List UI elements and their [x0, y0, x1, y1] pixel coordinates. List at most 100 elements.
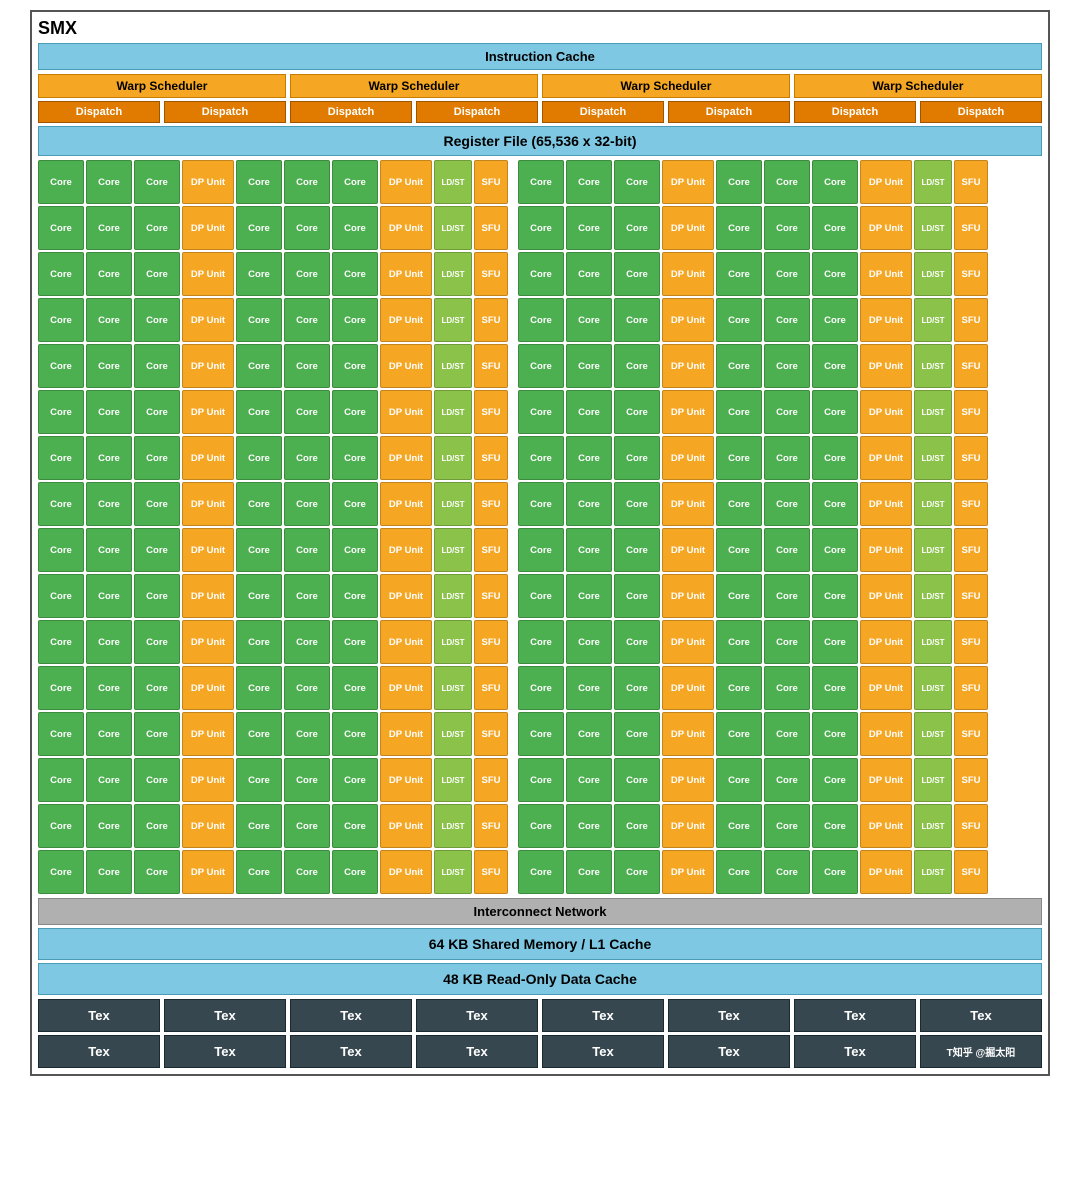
cell-core: Core [284, 344, 330, 388]
cell-core: Core [236, 712, 282, 756]
cell-ldst: LD/ST [914, 252, 952, 296]
cell-core: Core [614, 206, 660, 250]
cell-core: Core [614, 344, 660, 388]
cell-sfu: SFU [954, 298, 988, 342]
cell-core: Core [518, 344, 564, 388]
cell-core: Core [332, 712, 378, 756]
core-row: CoreCoreCoreDP UnitCoreCoreCoreDP UnitLD… [38, 482, 1042, 526]
cell-core: Core [614, 758, 660, 802]
cell-core: Core [518, 758, 564, 802]
cell-dp: DP Unit [662, 298, 714, 342]
cell-dp: DP Unit [662, 666, 714, 710]
cell-sfu: SFU [474, 482, 508, 526]
cell-core: Core [284, 160, 330, 204]
cell-sfu: SFU [954, 666, 988, 710]
cell-ldst: LD/ST [914, 804, 952, 848]
cell-sfu: SFU [474, 758, 508, 802]
cell-dp: DP Unit [662, 574, 714, 618]
cell-core: Core [566, 298, 612, 342]
cell-core: Core [134, 850, 180, 894]
cell-sfu: SFU [954, 574, 988, 618]
core-row: CoreCoreCoreDP UnitCoreCoreCoreDP UnitLD… [38, 206, 1042, 250]
cell-core: Core [86, 666, 132, 710]
cell-core: Core [518, 528, 564, 572]
cell-core: Core [38, 666, 84, 710]
cell-core: Core [518, 390, 564, 434]
cell-dp: DP Unit [380, 390, 432, 434]
tex-6: Tex [668, 999, 790, 1032]
warp-scheduler-2: Warp Scheduler [290, 74, 538, 98]
cell-core: Core [134, 666, 180, 710]
cell-core: Core [236, 620, 282, 664]
tex-row-1: Tex Tex Tex Tex Tex Tex Tex Tex [38, 999, 1042, 1032]
cell-dp: DP Unit [380, 850, 432, 894]
cell-core: Core [716, 666, 762, 710]
cell-core: Core [86, 758, 132, 802]
cell-dp: DP Unit [860, 850, 912, 894]
readonly-cache: 48 KB Read-Only Data Cache [38, 963, 1042, 995]
tex-9: Tex [38, 1035, 160, 1068]
cell-sfu: SFU [474, 436, 508, 480]
cell-core: Core [134, 206, 180, 250]
tex-11: Tex [290, 1035, 412, 1068]
cell-core: Core [38, 436, 84, 480]
cell-sfu: SFU [954, 620, 988, 664]
cell-core: Core [518, 804, 564, 848]
cell-core: Core [38, 620, 84, 664]
cell-ldst: LD/ST [434, 344, 472, 388]
cell-dp: DP Unit [662, 758, 714, 802]
cell-core: Core [236, 666, 282, 710]
cell-core: Core [38, 160, 84, 204]
cell-core: Core [332, 528, 378, 572]
cell-core: Core [716, 252, 762, 296]
tex-4: Tex [416, 999, 538, 1032]
cell-core: Core [332, 436, 378, 480]
cell-core: Core [764, 850, 810, 894]
core-row: CoreCoreCoreDP UnitCoreCoreCoreDP UnitLD… [38, 850, 1042, 894]
core-row: CoreCoreCoreDP UnitCoreCoreCoreDP UnitLD… [38, 390, 1042, 434]
cell-dp: DP Unit [662, 436, 714, 480]
core-row: CoreCoreCoreDP UnitCoreCoreCoreDP UnitLD… [38, 252, 1042, 296]
cell-ldst: LD/ST [434, 206, 472, 250]
cell-core: Core [38, 712, 84, 756]
cell-core: Core [332, 298, 378, 342]
cell-core: Core [38, 206, 84, 250]
cell-core: Core [38, 344, 84, 388]
smx-container: SMX Instruction Cache Warp Scheduler War… [30, 10, 1050, 1076]
cell-dp: DP Unit [380, 298, 432, 342]
cell-core: Core [38, 528, 84, 572]
cell-core: Core [614, 712, 660, 756]
cell-core: Core [236, 206, 282, 250]
cell-core: Core [716, 390, 762, 434]
cell-core: Core [332, 390, 378, 434]
cell-core: Core [518, 298, 564, 342]
cell-core: Core [614, 528, 660, 572]
tex-14: Tex [668, 1035, 790, 1068]
cell-core: Core [86, 206, 132, 250]
cell-ldst: LD/ST [914, 574, 952, 618]
cell-sfu: SFU [474, 850, 508, 894]
cell-core: Core [332, 574, 378, 618]
cell-dp: DP Unit [860, 712, 912, 756]
cell-dp: DP Unit [182, 850, 234, 894]
tex-section: Tex Tex Tex Tex Tex Tex Tex Tex Tex Tex … [38, 999, 1042, 1068]
cell-dp: DP Unit [662, 206, 714, 250]
cell-dp: DP Unit [662, 712, 714, 756]
cell-ldst: LD/ST [914, 850, 952, 894]
cell-dp: DP Unit [860, 390, 912, 434]
cell-core: Core [284, 206, 330, 250]
cell-core: Core [812, 298, 858, 342]
cell-core: Core [284, 252, 330, 296]
cell-core: Core [566, 850, 612, 894]
cell-core: Core [134, 620, 180, 664]
cell-core: Core [812, 344, 858, 388]
cell-core: Core [236, 252, 282, 296]
cell-sfu: SFU [954, 160, 988, 204]
tex-2: Tex [164, 999, 286, 1032]
cell-dp: DP Unit [182, 252, 234, 296]
cell-sfu: SFU [474, 252, 508, 296]
cell-ldst: LD/ST [914, 298, 952, 342]
register-file: Register File (65,536 x 32-bit) [38, 126, 1042, 156]
cell-dp: DP Unit [380, 252, 432, 296]
cell-core: Core [86, 620, 132, 664]
